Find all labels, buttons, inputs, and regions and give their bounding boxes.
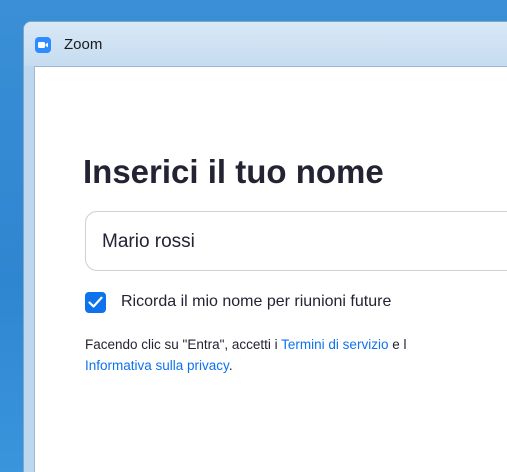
zoom-app-icon bbox=[35, 37, 51, 53]
terms-suffix: . bbox=[228, 358, 233, 373]
remember-name-checkbox[interactable] bbox=[85, 292, 106, 313]
terms-prefix: Facendo clic su "Entra", accetti i bbox=[85, 337, 282, 352]
checkmark-icon bbox=[88, 296, 103, 308]
terms-middle: e l bbox=[388, 337, 407, 352]
terms-of-service-link[interactable]: Termini di servizio bbox=[281, 337, 388, 352]
zoom-window: Zoom Inserici il tuo nome Mario rossi Ri… bbox=[24, 22, 507, 472]
name-input-value[interactable]: Mario rossi bbox=[102, 231, 195, 253]
terms-notice: Facendo clic su "Entra", accetti i Termi… bbox=[85, 334, 406, 376]
remember-name-label[interactable]: Ricorda il mio nome per riunioni future bbox=[121, 293, 391, 311]
join-panel: Inserici il tuo nome Mario rossi Ricorda… bbox=[34, 66, 507, 472]
privacy-policy-link[interactable]: Informativa sulla privacy bbox=[85, 358, 229, 373]
page-title: Inserici il tuo nome bbox=[83, 153, 384, 190]
name-input[interactable]: Mario rossi bbox=[85, 211, 507, 271]
title-bar[interactable]: Zoom bbox=[24, 22, 507, 66]
window-title: Zoom bbox=[64, 36, 103, 53]
